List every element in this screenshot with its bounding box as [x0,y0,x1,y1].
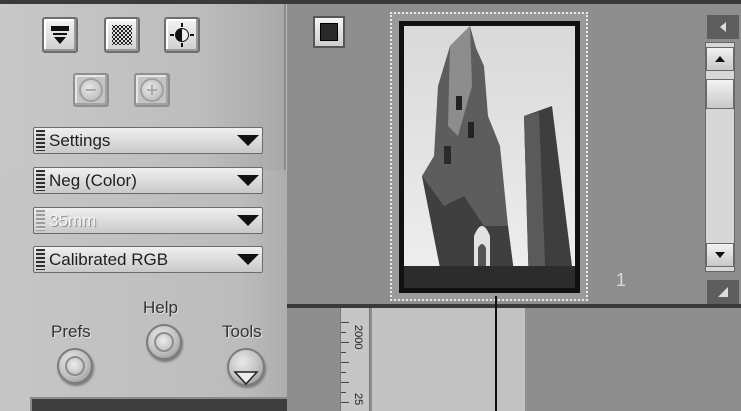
scroll-thumb[interactable] [706,79,734,109]
thumbnail-selection[interactable] [390,12,588,301]
ruler-label-25: 25 [352,393,364,406]
checkerboard-icon [112,25,132,45]
chevron-down-icon[interactable] [234,128,262,153]
tools-label: Tools [222,322,262,341]
contrast-button[interactable] [164,17,200,53]
chevron-down-icon[interactable] [234,168,262,193]
church-photo [404,26,575,288]
thumbnail-image[interactable] [399,21,580,293]
help-button[interactable] [146,324,182,360]
grip-icon [36,210,45,231]
grip-icon [36,170,45,191]
collapse-left-button[interactable] [707,15,739,39]
zoom-in-icon: + [140,78,164,102]
zoom-out-button[interactable]: − [73,73,109,107]
grip-icon [36,249,45,270]
settings-dropdown[interactable]: Settings [33,127,263,154]
preview-light-block [372,308,525,411]
ruler-label-2000: 2000 [352,325,364,350]
resize-icon [718,287,728,297]
callout-line [495,296,497,411]
status-field [30,397,292,411]
film-type-dropdown-value: Neg (Color) [49,170,137,190]
chevron-down-icon[interactable] [234,247,262,272]
resize-corner-button[interactable] [707,280,739,304]
square-icon [320,23,338,41]
contrast-icon [170,23,194,47]
film-format-dropdown-value: 35mm [49,210,97,230]
triangle-down-icon [233,371,259,386]
color-space-dropdown[interactable]: Calibrated RGB [33,246,263,273]
color-space-dropdown-value: Calibrated RGB [49,249,169,269]
help-label: Help [143,298,178,317]
frame-number: 1 [616,270,627,290]
vertical-scrollbar[interactable] [705,42,735,272]
select-frame-button[interactable] [313,16,345,48]
filter-button[interactable] [42,17,78,53]
arrow-down-icon [715,252,725,258]
zoom-in-button[interactable]: + [134,73,170,107]
film-type-dropdown[interactable]: Neg (Color) [33,167,263,194]
scroll-up-button[interactable] [706,47,734,71]
arrow-up-icon [715,56,725,62]
filter-icon [51,26,69,44]
grip-icon [36,130,45,151]
scroll-down-button[interactable] [706,243,734,267]
settings-dropdown-value: Settings [49,130,111,150]
prefs-button[interactable] [57,348,93,384]
top-border [0,0,322,4]
arrow-left-icon [720,22,726,32]
zoom-out-icon: − [79,78,103,102]
film-format-dropdown[interactable]: 35mm [33,207,263,234]
prefs-label: Prefs [51,322,91,341]
tools-button[interactable] [227,348,265,386]
chevron-down-icon[interactable] [234,208,262,233]
checkerboard-button[interactable] [104,17,140,53]
